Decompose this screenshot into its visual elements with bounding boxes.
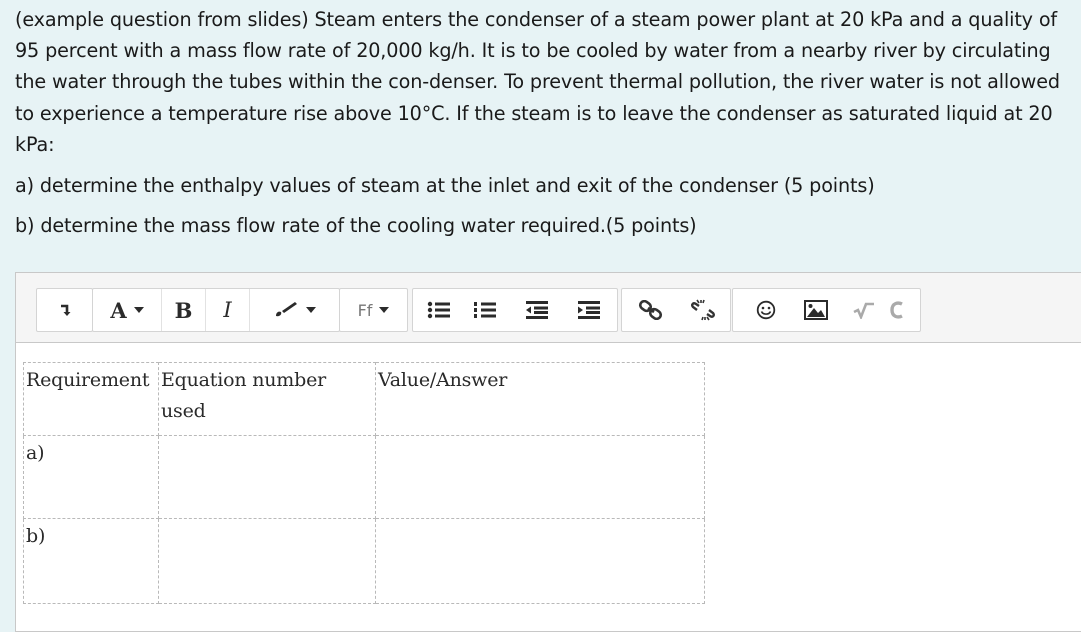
background-color-button[interactable] [249,289,339,331]
equation-button[interactable] [849,289,879,331]
italic-icon: I [223,298,232,322]
image-icon [804,300,828,320]
table-cell[interactable]: a) [23,435,159,519]
equation-icon [853,302,874,319]
outdent-icon [526,301,548,319]
bold-button[interactable]: B [161,289,205,331]
table-row: b) [23,518,705,604]
bold-icon: B [174,297,193,323]
collapse-toolbar-button[interactable] [37,289,92,331]
table-header-cell[interactable]: Requirement [23,362,159,436]
bullet-list-button[interactable] [419,289,459,331]
outdent-button[interactable] [515,289,559,331]
editor-content[interactable]: Requirement Equation number used Value/A… [16,343,1081,631]
emoji-icon [756,300,776,320]
italic-button[interactable]: I [205,289,249,331]
table-header-cell[interactable]: Value/Answer [375,362,705,436]
question-intro: (example question from slides) Steam ent… [15,8,1060,156]
answer-table: Requirement Equation number used Value/A… [23,362,705,604]
font-color-button[interactable]: A [93,289,161,331]
font-color-icon: A [110,297,127,323]
table-cell[interactable] [375,518,705,604]
table-header-row: Requirement Equation number used Value/A… [23,362,705,436]
toolbar-group-fontfamily: Ff [339,288,408,332]
image-button[interactable] [799,289,833,331]
editor-toolbar: A B I Ff [16,273,1081,343]
toolbar-group-media [732,288,921,332]
rich-text-editor[interactable]: A B I Ff Requirement Equation number use… [15,272,1081,632]
question-part-a: a) determine the enthalpy values of stea… [15,174,875,198]
toolbar-group-links [621,288,731,332]
paint-brush-icon [276,302,297,317]
toolbar-group-collapse [36,288,93,332]
undo-icon [890,301,903,319]
link-icon [638,300,663,320]
question-text: (example question from slides) Steam ent… [15,4,1077,241]
table-cell[interactable]: b) [23,518,159,604]
chevron-down-icon [133,307,144,313]
numbered-list-button[interactable] [463,289,507,331]
chevron-down-icon [379,307,390,313]
toolbar-group-lists [412,288,618,332]
numbered-list-icon [474,302,496,318]
font-family-icon: Ff [357,300,373,320]
indent-icon [578,301,600,319]
table-cell[interactable] [375,435,705,519]
unlink-button[interactable] [678,289,728,331]
link-button[interactable] [626,289,676,331]
font-family-button[interactable]: Ff [340,289,407,331]
bullet-list-icon [427,301,450,319]
undo-button[interactable] [879,289,915,331]
table-row: a) [23,435,705,519]
collapse-icon [60,304,70,316]
table-cell[interactable] [158,435,376,519]
table-header-cell[interactable]: Equation number used [158,362,376,436]
question-part-b: b) determine the mass flow rate of the c… [15,214,697,238]
toolbar-group-font: A B I [92,288,340,332]
indent-button[interactable] [567,289,611,331]
table-cell[interactable] [158,518,376,604]
unlink-icon [691,299,715,321]
chevron-down-icon [306,307,316,313]
emoji-button[interactable] [749,289,783,331]
